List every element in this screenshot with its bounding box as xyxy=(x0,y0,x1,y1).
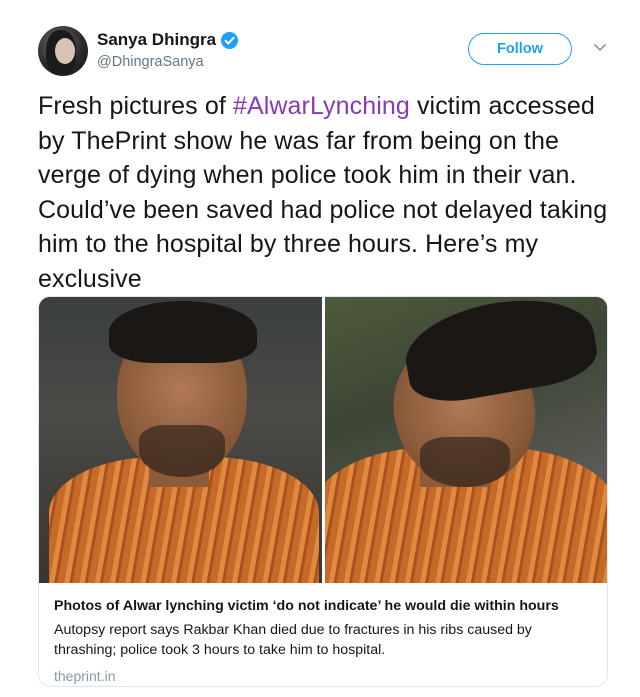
card-image xyxy=(39,297,607,583)
hashtag-link[interactable]: #AlwarLynching xyxy=(233,92,410,120)
user-handle[interactable]: @DhingraSanya xyxy=(97,54,238,70)
card-domain: theprint.in xyxy=(54,668,116,684)
display-name[interactable]: Sanya Dhingra xyxy=(97,30,216,50)
card-photo-left xyxy=(39,297,322,583)
tweet-header: Sanya Dhingra @DhingraSanya Follow xyxy=(38,26,618,78)
follow-button[interactable]: Follow xyxy=(468,33,572,65)
card-description: Autopsy report says Rakbar Khan died due… xyxy=(54,622,532,658)
verified-badge-icon xyxy=(221,31,239,49)
link-card[interactable]: Photos of Alwar lynching victim ‘do not … xyxy=(38,296,608,687)
card-body: Photos of Alwar lynching victim ‘do not … xyxy=(39,583,607,684)
tweet-text-start: Fresh pictures of xyxy=(38,92,233,120)
avatar[interactable] xyxy=(38,26,88,76)
card-photo-right xyxy=(325,297,607,583)
card-title[interactable]: Photos of Alwar lynching victim ‘do not … xyxy=(54,597,594,615)
tweet-text: Fresh pictures of #AlwarLynching victim … xyxy=(38,89,618,297)
chevron-down-icon[interactable] xyxy=(593,43,607,53)
user-info: Sanya Dhingra @DhingraSanya xyxy=(97,30,239,70)
tweet-text-end: victim accessed by ThePrint show he was … xyxy=(38,92,608,293)
